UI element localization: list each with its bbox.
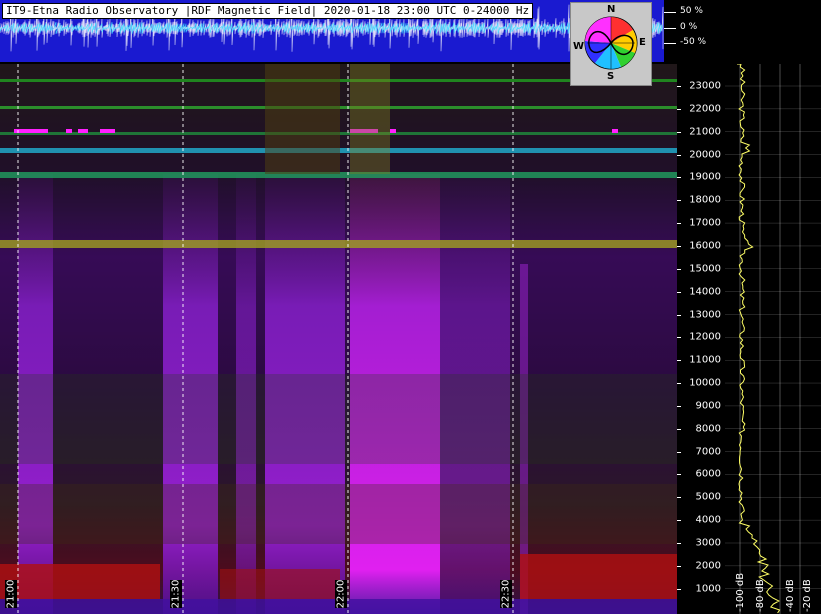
spectrum-trace xyxy=(737,63,781,614)
freq-label: 18000 xyxy=(689,194,721,206)
freq-tick xyxy=(677,291,681,293)
freq-label: 20000 xyxy=(689,149,721,161)
freq-tick xyxy=(677,428,681,430)
freq-tick xyxy=(677,223,681,225)
freq-tick xyxy=(677,474,681,476)
compass-south-label: S xyxy=(607,71,615,82)
freq-label: 22000 xyxy=(689,103,721,115)
freq-label: 12000 xyxy=(689,331,721,343)
freq-label: 19000 xyxy=(689,171,721,183)
compass-west-label: W xyxy=(573,41,585,52)
freq-tick xyxy=(677,268,681,270)
amp-tick-label: -50 % xyxy=(680,37,707,47)
freq-label: 3000 xyxy=(695,537,721,549)
frequency-axis: 23000 22000 21000 20000 19000 18000 17000 16000… xyxy=(677,64,725,614)
freq-tick xyxy=(677,86,681,87)
compass-north-label: N xyxy=(607,4,616,15)
freq-label: 4000 xyxy=(695,514,721,526)
freq-tick xyxy=(677,588,681,590)
spectrum-plot xyxy=(725,63,821,614)
freq-tick xyxy=(677,520,681,522)
freq-tick xyxy=(677,543,681,544)
freq-tick xyxy=(677,405,681,407)
spectrogram-viewer: IT9-Etna Radio Observatory |RDF Magnetic… xyxy=(0,0,821,614)
freq-label: 21000 xyxy=(689,126,721,138)
freq-label: 15000 xyxy=(689,263,721,275)
freq-label: 1000 xyxy=(695,583,721,595)
time-label: 21:30 xyxy=(170,579,182,609)
direction-compass: N S E W xyxy=(570,2,652,86)
freq-tick xyxy=(677,177,681,179)
freq-tick xyxy=(677,108,681,110)
freq-tick xyxy=(677,131,681,133)
amp-tick-line xyxy=(664,43,676,44)
freq-tick xyxy=(677,245,681,247)
freq-label: 9000 xyxy=(695,400,721,412)
spectrogram-area xyxy=(0,64,677,614)
db-label: -20 dB xyxy=(802,579,813,612)
db-label: -40 dB xyxy=(785,579,796,612)
time-label: 22:30 xyxy=(500,579,512,609)
freq-label: 16000 xyxy=(689,240,721,252)
freq-label: 10000 xyxy=(689,377,721,389)
freq-label: 23000 xyxy=(689,80,721,92)
time-label: 22:00 xyxy=(335,579,347,609)
freq-tick xyxy=(677,451,681,453)
freq-tick xyxy=(677,565,681,567)
freq-label: 13000 xyxy=(689,309,721,320)
compass-east-label: E xyxy=(639,37,646,48)
freq-label: 6000 xyxy=(695,468,721,480)
freq-label: 2000 xyxy=(695,560,721,572)
freq-label: 14000 xyxy=(689,286,721,298)
freq-label: 8000 xyxy=(695,423,721,435)
amp-tick-line xyxy=(664,12,676,13)
freq-label: 7000 xyxy=(695,446,721,458)
amp-tick-line xyxy=(664,28,676,29)
freq-tick xyxy=(677,314,681,316)
freq-tick xyxy=(677,383,681,385)
amp-tick-label: 0 % xyxy=(680,22,698,32)
freq-label: 5000 xyxy=(695,491,721,503)
time-label: 21:00 xyxy=(5,579,17,609)
spectrum-panel xyxy=(725,63,821,614)
freq-tick xyxy=(677,337,681,339)
freq-label: 11000 xyxy=(689,354,721,366)
freq-tick xyxy=(677,200,681,202)
freq-label: 17000 xyxy=(689,217,721,229)
db-label: -100 dB xyxy=(735,572,746,612)
freq-tick xyxy=(677,360,681,362)
amp-tick-label: 50 % xyxy=(680,6,703,16)
freq-tick xyxy=(677,154,681,156)
chart-title: IT9-Etna Radio Observatory |RDF Magnetic… xyxy=(2,3,534,19)
freq-tick xyxy=(677,497,681,499)
spectrogram-image xyxy=(0,64,677,614)
db-label: -80 dB xyxy=(755,579,766,612)
